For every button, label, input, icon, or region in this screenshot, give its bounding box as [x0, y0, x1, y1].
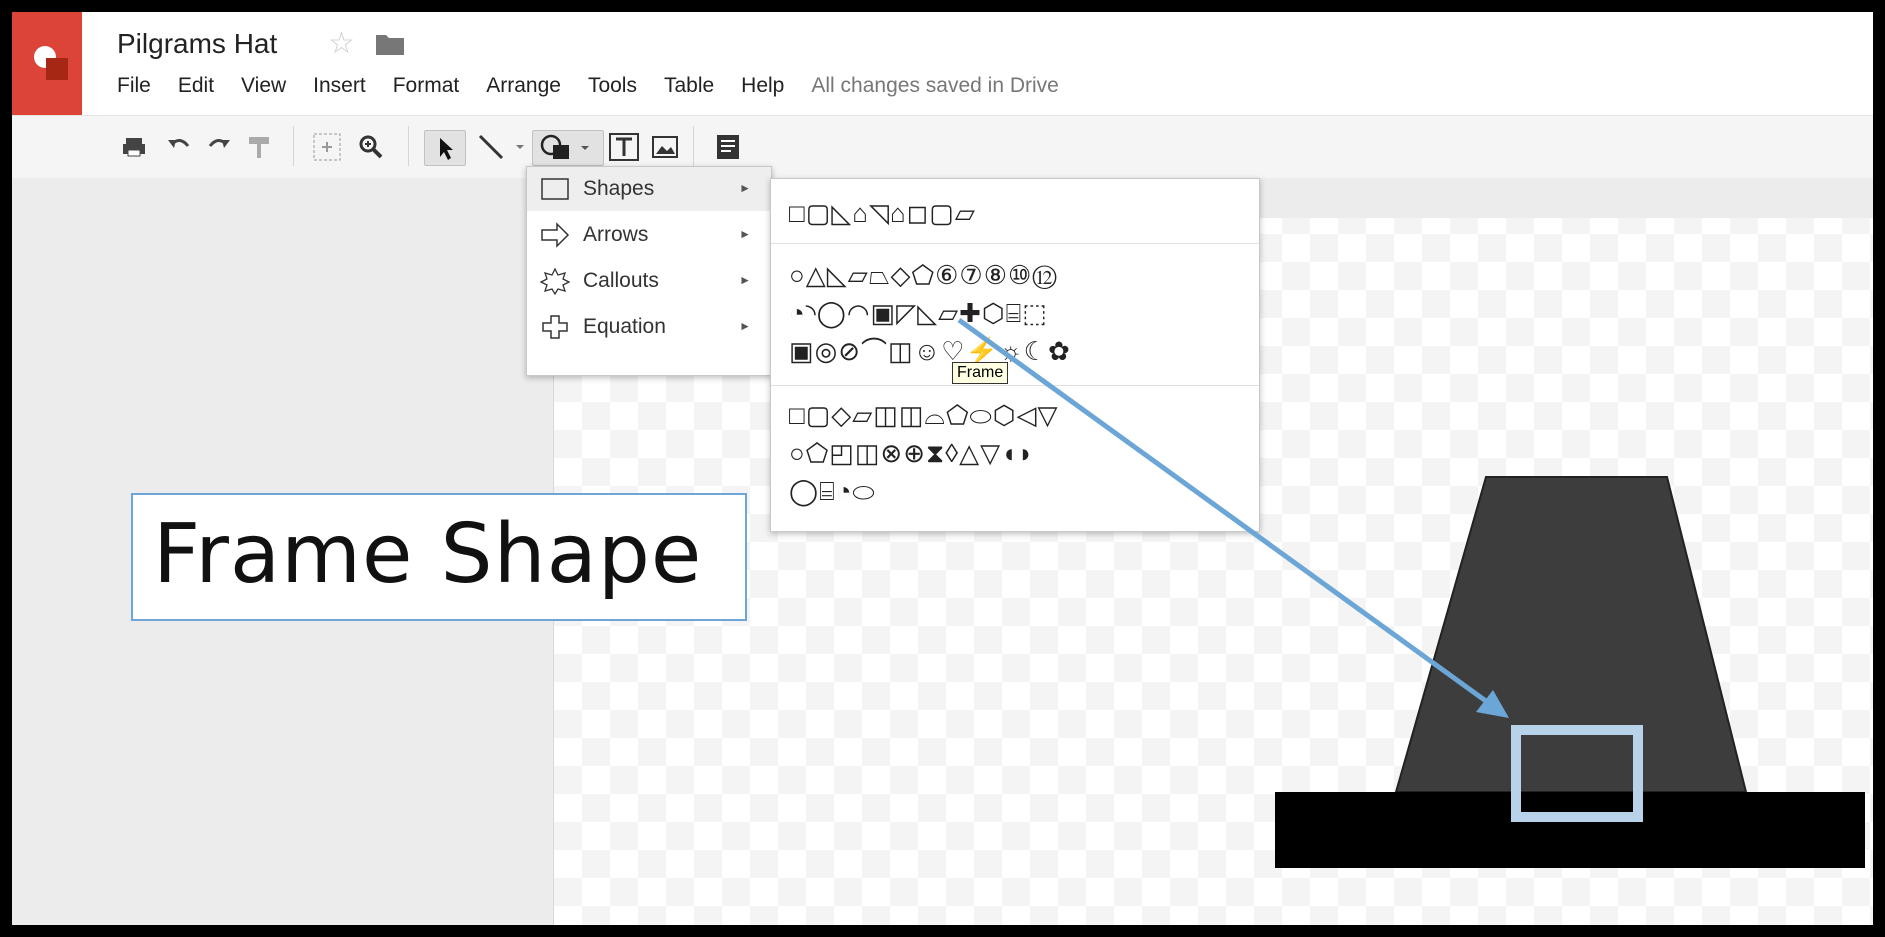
menu-item-label: Shapes — [583, 177, 655, 200]
header: Pilgrams Hat ☆ File Edit View Insert For… — [12, 12, 1873, 115]
menu-item-arrows[interactable]: Arrows ► — [527, 213, 771, 257]
menu-item-label: Callouts — [583, 269, 659, 292]
toolbar-divider — [293, 126, 294, 166]
app-window: Pilgrams Hat ☆ File Edit View Insert For… — [12, 12, 1873, 925]
shape-icon[interactable] — [532, 130, 604, 166]
drawings-logo[interactable] — [12, 12, 82, 115]
menu-tools[interactable]: Tools — [588, 74, 664, 98]
submenu-arrow-icon: ► — [739, 319, 751, 333]
annotation-label-box: Frame Shape — [131, 493, 747, 621]
document-title[interactable]: Pilgrams Hat — [117, 28, 277, 60]
palette-row-flowchart-2[interactable]: ○⬠◰◫⊗⊕⧗◊△▽◖◗ — [789, 437, 1035, 469]
annotation-label: Frame Shape — [153, 507, 703, 602]
zoom-icon[interactable] — [356, 130, 386, 164]
arrow-icon — [541, 222, 570, 248]
palette-divider — [771, 243, 1259, 244]
line-icon[interactable] — [474, 130, 508, 164]
menu-item-callouts[interactable]: Callouts ► — [527, 259, 771, 303]
callout-icon — [539, 267, 571, 295]
paint-format-icon[interactable] — [244, 130, 274, 164]
undo-icon[interactable] — [164, 130, 194, 164]
menu-insert[interactable]: Insert — [313, 74, 393, 98]
palette-row-basic[interactable]: □▢◺⌂◹⌂◻▢▱ — [789, 197, 976, 229]
palette-row-shapes-2[interactable]: ◔◝◯◠▣◸◺▱✚⬡⌸⬚ — [789, 297, 1048, 329]
submenu-arrow-icon: ► — [739, 227, 751, 241]
menu-format[interactable]: Format — [393, 74, 487, 98]
comment-icon[interactable] — [712, 130, 744, 164]
menu-help[interactable]: Help — [741, 74, 811, 98]
frame-tooltip: Frame — [952, 362, 1009, 384]
toolbar-divider — [693, 126, 694, 166]
redo-icon[interactable] — [204, 130, 234, 164]
line-dropdown-icon[interactable] — [512, 130, 528, 164]
toolbar-divider — [408, 126, 409, 166]
toolbar — [12, 115, 1873, 179]
star-icon[interactable]: ☆ — [328, 26, 355, 61]
menu-edit[interactable]: Edit — [178, 74, 241, 98]
plus-icon — [542, 315, 568, 339]
menu-item-equation[interactable]: Equation ► — [527, 305, 771, 349]
menu-table[interactable]: Table — [664, 74, 741, 98]
select-icon[interactable] — [424, 130, 466, 166]
zoom-fit-icon[interactable] — [310, 130, 344, 164]
insert-shape-menu: Shapes ► Arrows ► Callouts ► Equation ► — [526, 166, 772, 376]
menu-arrange[interactable]: Arrange — [486, 74, 588, 98]
menu-item-label: Arrows — [583, 223, 649, 246]
palette-row-flowchart-3[interactable]: ◯⌸◔⬭ — [789, 475, 876, 507]
menu-bar: File Edit View Insert Format Arrange Too… — [117, 74, 1059, 98]
text-box-icon[interactable] — [606, 130, 642, 164]
palette-row-shapes-1[interactable]: ○△◺▱⏢◇⬠⑥⑦⑧⑩⑫ — [789, 259, 1058, 291]
menu-view[interactable]: View — [241, 74, 313, 98]
palette-row-flowchart-1[interactable]: □▢◇▱◫◫⌓⬠⬭⬡◁▽ — [789, 399, 1058, 431]
submenu-arrow-icon: ► — [739, 273, 751, 287]
shapes-palette: □▢◺⌂◹⌂◻▢▱ ○△◺▱⏢◇⬠⑥⑦⑧⑩⑫ ◔◝◯◠▣◸◺▱✚⬡⌸⬚ ▣◎⊘⌒… — [770, 178, 1260, 532]
image-icon[interactable] — [648, 130, 682, 164]
print-icon[interactable] — [119, 130, 149, 164]
palette-row-shapes-3[interactable]: ▣◎⊘⌒◫☺♡⚡☼☾✿ — [789, 335, 1071, 367]
menu-item-shapes[interactable]: Shapes ► — [527, 167, 771, 211]
save-status: All changes saved in Drive — [811, 74, 1059, 97]
menu-file[interactable]: File — [117, 74, 178, 98]
palette-divider — [771, 385, 1259, 386]
folder-icon[interactable] — [376, 33, 404, 55]
rectangle-icon — [541, 178, 569, 200]
submenu-arrow-icon: ► — [739, 181, 751, 195]
menu-item-label: Equation — [583, 315, 666, 338]
